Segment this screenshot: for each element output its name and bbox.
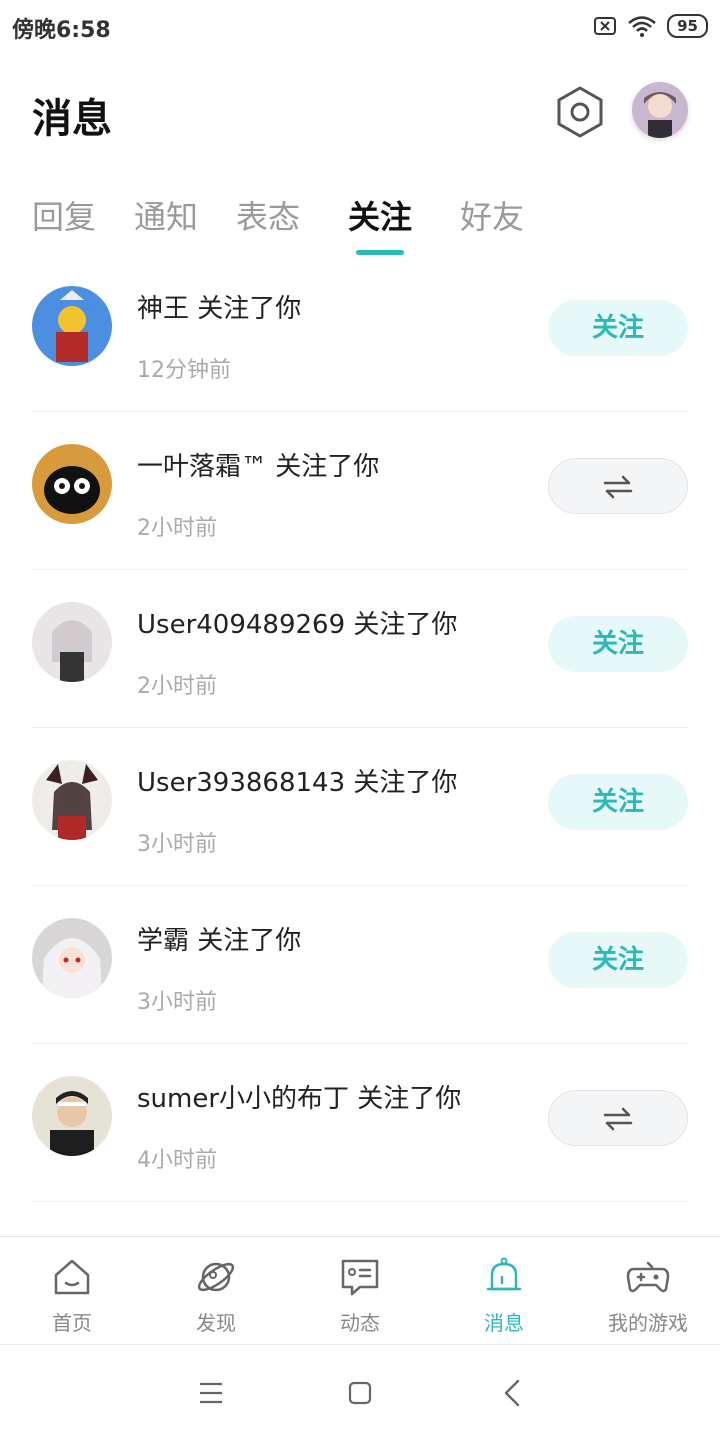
- status-time: 傍晚6:58: [12, 18, 111, 43]
- avatar-image: [632, 82, 688, 138]
- page-title: 消息: [32, 96, 112, 142]
- avatar[interactable]: [32, 602, 112, 682]
- follower-message: 学霸 关注了你: [137, 926, 302, 956]
- divider: [32, 1201, 688, 1202]
- tab-reply[interactable]: 回复: [32, 192, 96, 238]
- sim-off-icon: [594, 17, 617, 35]
- timestamp: 4小时前: [137, 1148, 217, 1173]
- list-item[interactable]: 神王 关注了你 12分钟前 关注: [0, 254, 720, 412]
- follow-button[interactable]: 关注: [548, 774, 688, 830]
- status-icons: 95: [593, 14, 708, 38]
- timestamp: 2小时前: [137, 516, 217, 541]
- timestamp: 12分钟前: [137, 358, 231, 383]
- avatar[interactable]: [32, 1076, 112, 1156]
- follower-message: 一叶落霜™ 关注了你: [137, 452, 380, 482]
- nav-discover[interactable]: 发现: [144, 1237, 288, 1345]
- follower-message: User393868143 关注了你: [137, 768, 458, 798]
- list-item[interactable]: sumer小小的布丁 关注了你 4小时前: [0, 1044, 720, 1202]
- list-item[interactable]: 学霸 关注了你 3小时前 关注: [0, 886, 720, 1044]
- status-bar: 傍晚6:58 95: [0, 0, 720, 56]
- nav-home[interactable]: 首页: [0, 1237, 144, 1345]
- mutual-follow-button[interactable]: [548, 458, 688, 514]
- follower-message: sumer小小的布丁 关注了你: [137, 1084, 462, 1114]
- nav-my-games[interactable]: 我的游戏: [576, 1237, 720, 1345]
- home-square-icon[interactable]: [348, 1381, 372, 1405]
- nav-label: 消息: [484, 1311, 524, 1335]
- mutual-arrows-icon: [603, 475, 633, 498]
- timestamp: 3小时前: [137, 990, 217, 1015]
- bottom-nav: 首页 发现 动态 消息 我的游戏: [0, 1236, 720, 1345]
- avatar[interactable]: [32, 444, 112, 524]
- bell-icon: [486, 1257, 522, 1291]
- nav-messages[interactable]: 消息: [432, 1237, 576, 1345]
- back-icon[interactable]: [502, 1379, 522, 1407]
- nav-label: 动态: [340, 1311, 380, 1335]
- follower-message: 神王 关注了你: [137, 294, 302, 324]
- avatar[interactable]: [32, 918, 112, 998]
- list-item[interactable]: User393868143 关注了你 3小时前 关注: [0, 728, 720, 886]
- header: 消息: [0, 56, 720, 166]
- list-item[interactable]: 一叶落霜™ 关注了你 2小时前: [0, 412, 720, 570]
- settings-hexagon-icon: [557, 86, 603, 138]
- user-avatar[interactable]: [632, 82, 688, 138]
- follow-button[interactable]: 关注: [548, 932, 688, 988]
- tab-follow[interactable]: 关注: [348, 192, 412, 238]
- nav-label: 首页: [52, 1311, 92, 1335]
- follow-button[interactable]: 关注: [548, 300, 688, 356]
- nav-label: 我的游戏: [608, 1311, 688, 1335]
- settings-button[interactable]: [552, 84, 608, 140]
- follower-message: User409489269 关注了你: [137, 610, 458, 640]
- home-icon: [54, 1259, 90, 1295]
- tab-reaction[interactable]: 表态: [236, 192, 300, 238]
- tab-notice[interactable]: 通知: [134, 192, 198, 238]
- tab-friends[interactable]: 好友: [460, 192, 524, 238]
- nav-feed[interactable]: 动态: [288, 1237, 432, 1345]
- feed-icon: [341, 1259, 379, 1296]
- mutual-arrows-icon: [603, 1107, 633, 1130]
- battery-indicator: 95: [667, 14, 708, 38]
- avatar[interactable]: [32, 286, 112, 366]
- mutual-follow-button[interactable]: [548, 1090, 688, 1146]
- timestamp: 2小时前: [137, 674, 217, 699]
- gamepad-icon: [626, 1261, 670, 1293]
- list-item[interactable]: User409489269 关注了你 2小时前 关注: [0, 570, 720, 728]
- message-tabs: 回复 通知 表态 关注 好友: [0, 180, 720, 260]
- menu-icon[interactable]: [198, 1381, 224, 1405]
- follow-button[interactable]: 关注: [548, 616, 688, 672]
- planet-icon: [197, 1262, 235, 1292]
- system-nav-bar: [0, 1344, 720, 1441]
- avatar[interactable]: [32, 760, 112, 840]
- timestamp: 3小时前: [137, 832, 217, 857]
- nav-label: 发现: [196, 1311, 236, 1335]
- wifi-icon: [628, 16, 656, 37]
